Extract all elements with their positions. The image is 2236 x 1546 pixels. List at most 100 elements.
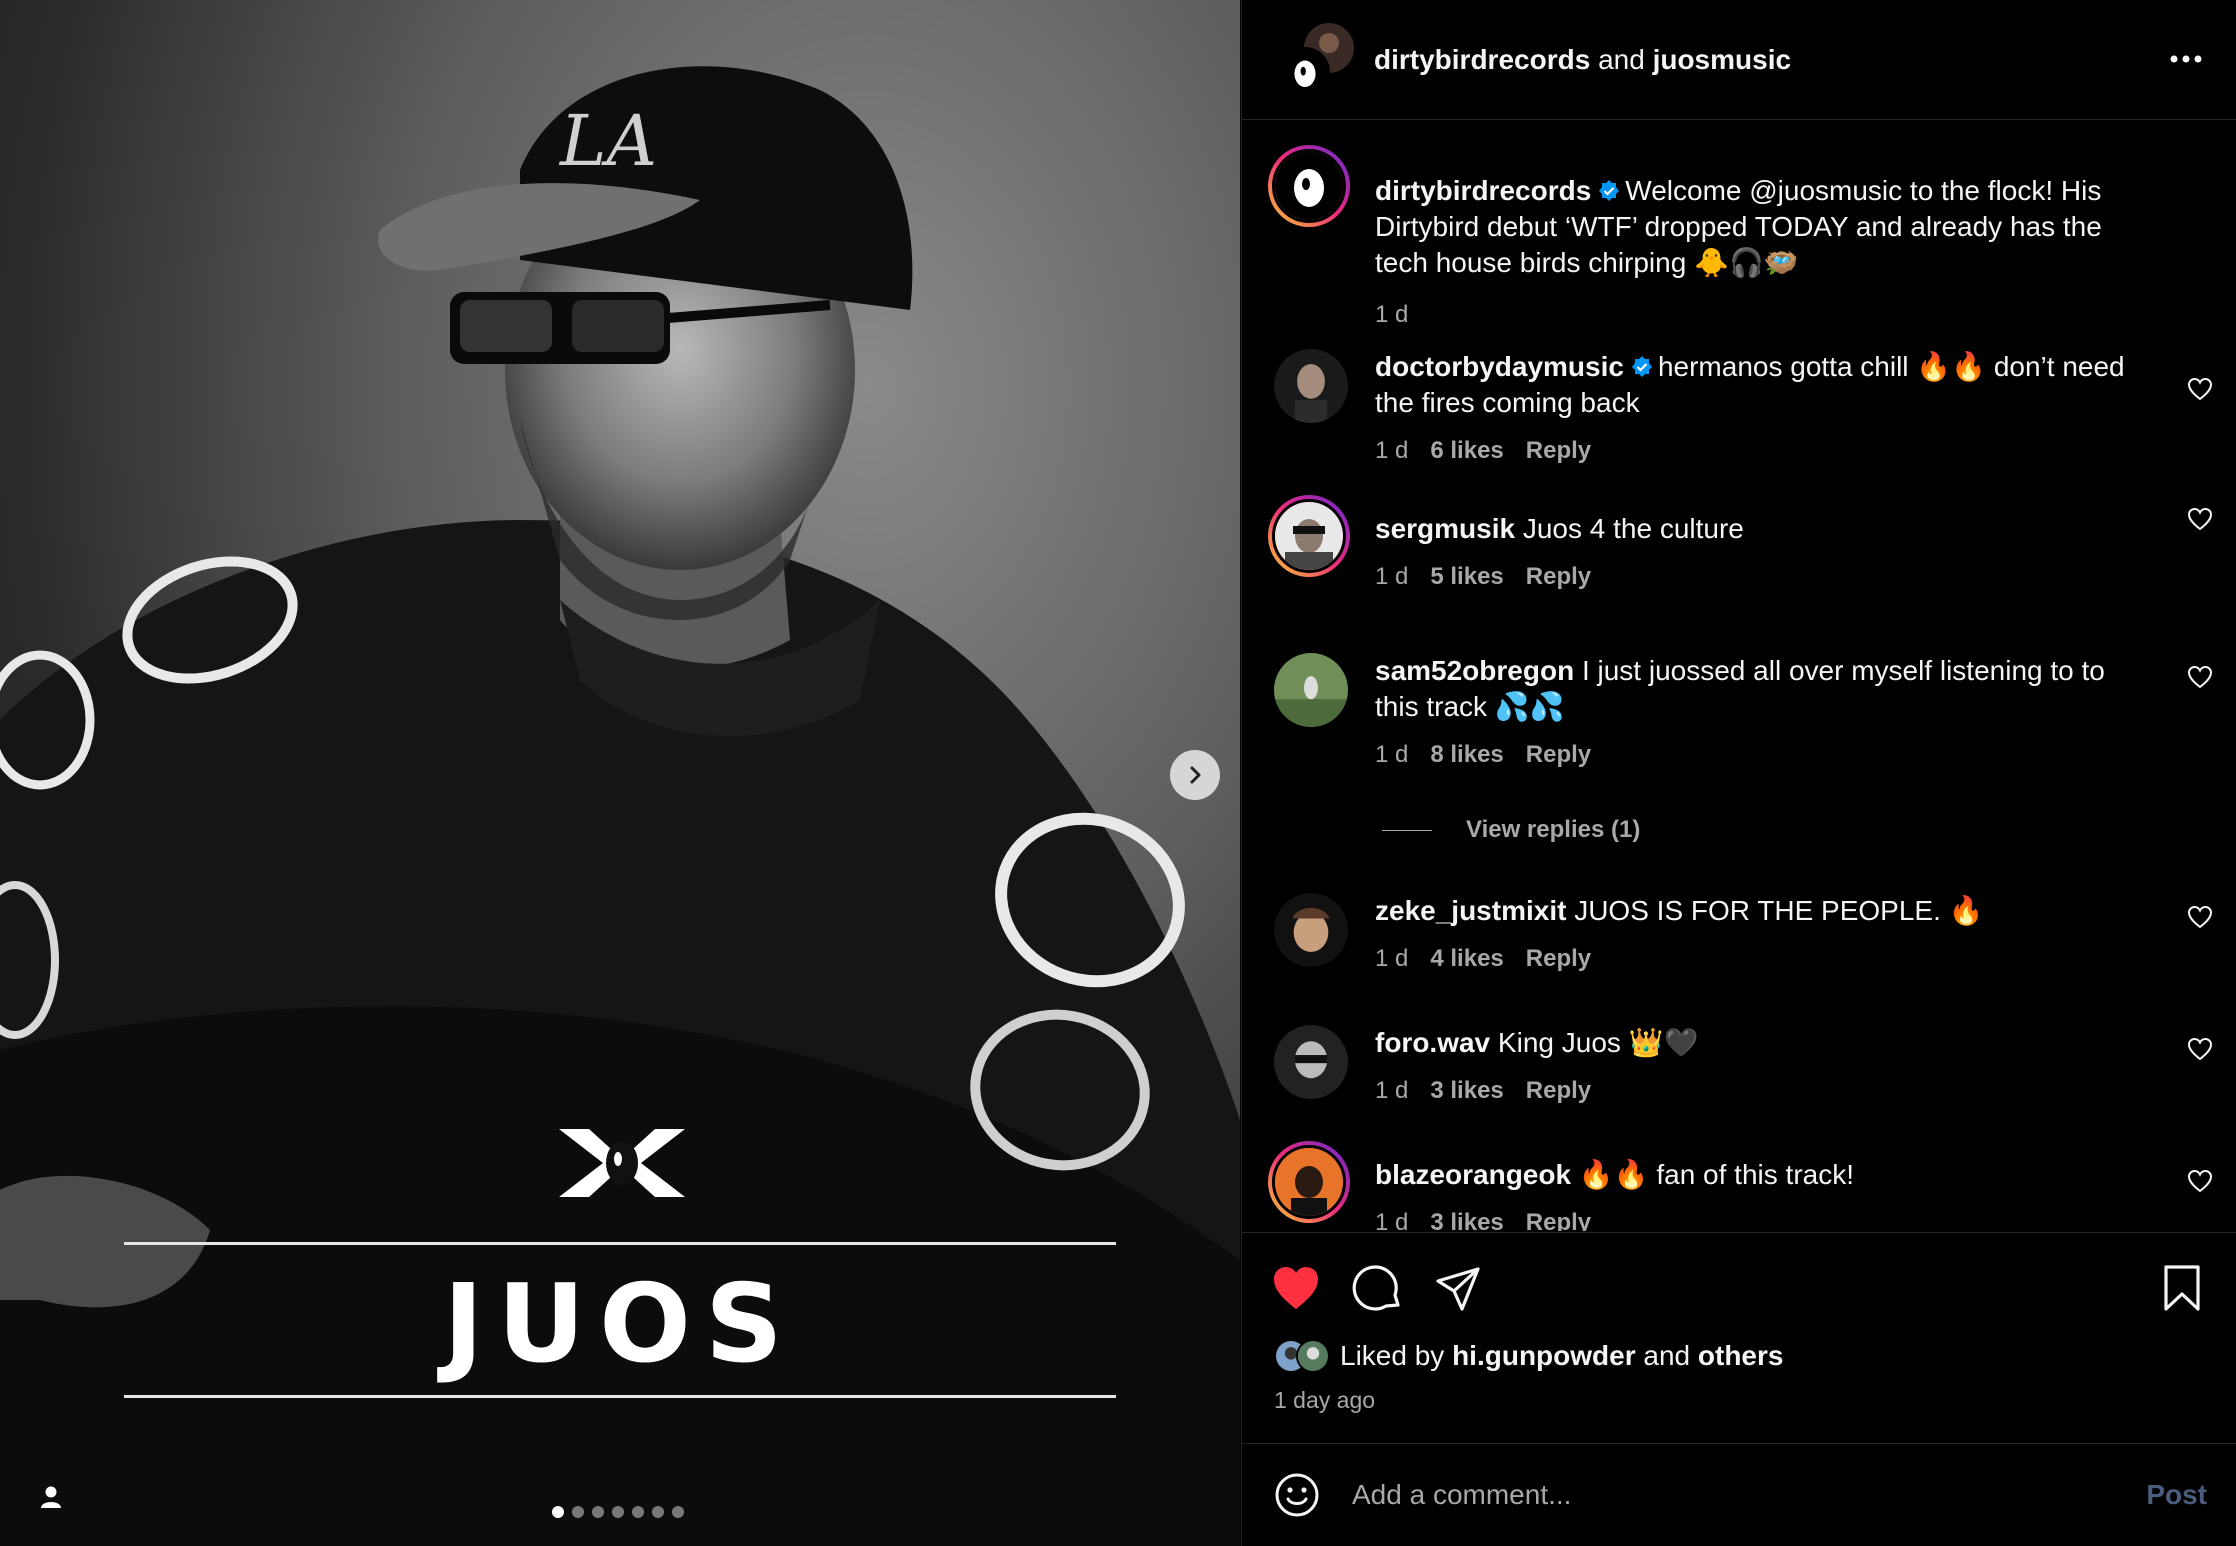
post-owners: dirtybirdrecords and juosmusic [1374,44,1791,76]
liked-by-user[interactable]: hi.gunpowder [1452,1340,1636,1371]
comment-username[interactable]: foro.wav [1375,1027,1490,1058]
avatar[interactable] [1268,495,1350,577]
comment-likes[interactable]: 3 likes [1430,1077,1503,1104]
avatar[interactable] [1274,349,1348,423]
view-replies-button[interactable]: View replies (1) [1382,816,1640,844]
comment-meta: 1 d 8 likes Reply [1375,737,2155,773]
comment-time: 1 d [1375,945,1409,972]
comment-body: doctorbydaymusic hermanos gotta chill 🔥🔥 … [1375,349,2155,469]
person-icon[interactable] [38,1484,64,1510]
comment-body: sergmusik Juos 4 the culture 1 d 5 likes R… [1375,511,2155,595]
comment-likes[interactable]: 8 likes [1430,741,1503,768]
carousel-dot [612,1506,624,1518]
comment-time: 1 d [1375,1209,1409,1231]
comment-meta: 1 d 5 likes Reply [1375,559,2155,595]
comment-likes[interactable]: 5 likes [1430,563,1503,590]
liked-by-prefix: Liked by [1340,1340,1445,1371]
carousel-dot [672,1506,684,1518]
heart-outline-icon[interactable] [2187,507,2213,531]
comment-username[interactable]: zeke_justmixit [1375,895,1566,926]
post-comment-button[interactable]: Post [2146,1479,2207,1511]
chevron-right-icon [1190,766,1201,784]
carousel-dot [572,1506,584,1518]
heart-outline-icon[interactable] [2187,377,2213,401]
comment-icon[interactable] [1352,1263,1404,1315]
title-rule-top [124,1242,1116,1245]
avatar[interactable] [1274,1025,1348,1099]
collaborator-username[interactable]: juosmusic [1653,44,1791,75]
post-actions: Liked by hi.gunpowder and others 1 day a… [1242,1232,2236,1442]
comment-meta: 1 d 3 likes Reply [1375,1073,2155,1109]
avatar[interactable] [1274,893,1348,967]
comment-meta: 1 d 6 likes Reply [1375,433,2155,469]
verified-badge-icon [1631,356,1652,377]
carousel-dot [552,1506,564,1518]
reply-button[interactable]: Reply [1526,741,1591,768]
svg-text:LA: LA [558,100,657,182]
post-side-panel: dirtybirdrecords and juosmusic dirtybird… [1241,0,2236,1546]
view-replies-label: View replies (1) [1466,816,1641,843]
comment-text: JUOS IS FOR THE PEOPLE. 🔥 [1574,895,1984,926]
avatar[interactable] [1268,1141,1350,1223]
comment-body: zeke_justmixit JUOS IS FOR THE PEOPLE. 🔥… [1375,893,2155,977]
post-header: dirtybirdrecords and juosmusic [1242,0,2236,120]
avatar [1275,152,1343,220]
comment-meta: 1 d 4 likes Reply [1375,941,2155,977]
comment-time: 1 d [1375,1077,1409,1104]
reply-button[interactable]: Reply [1526,437,1591,464]
reply-button[interactable]: Reply [1526,945,1591,972]
comment-text: King Juos 👑🖤 [1497,1027,1699,1058]
bookmark-icon[interactable] [2156,1263,2208,1315]
reply-button[interactable]: Reply [1526,1077,1591,1104]
post-media[interactable]: LA JUOS [0,0,1240,1546]
carousel-indicator [552,1506,684,1518]
comment-text: 🔥🔥 fan of this track! [1578,1159,1854,1190]
comment-time: 1 d [1375,437,1409,464]
owner-username[interactable]: dirtybirdrecords [1374,44,1590,75]
comment-username[interactable]: doctorbydaymusic [1375,351,1624,382]
comment-time: 1 d [1375,563,1409,590]
reply-button[interactable]: Reply [1526,563,1591,590]
heart-outline-icon[interactable] [2187,1037,2213,1061]
heart-outline-icon[interactable] [2187,905,2213,929]
liked-by-text: Liked by hi.gunpowder and others [1340,1340,1783,1372]
next-photo-button[interactable] [1170,750,1220,800]
owner-joiner: and [1598,43,1645,75]
caption-time: 1 d [1375,301,1409,328]
caption-avatar[interactable] [1268,145,1350,227]
caption-meta: 1 d [1375,297,2155,333]
comment-meta: 1 d 3 likes Reply [1375,1205,2155,1231]
more-horizontal-icon[interactable] [2166,44,2206,74]
comments-list[interactable]: dirtybirdrecords Welcome @juosmusic to th… [1242,121,2236,1231]
comment-username[interactable]: sam52obregon [1375,655,1574,686]
avatar [1296,1339,1330,1373]
emoji-icon[interactable] [1274,1472,1320,1518]
comment-input[interactable] [1352,1479,2112,1511]
liked-by-others[interactable]: others [1698,1340,1784,1371]
comment-username[interactable]: sergmusik [1375,513,1515,544]
heart-filled-icon[interactable] [1270,1263,1322,1315]
post-timestamp[interactable]: 1 day ago [1274,1387,1375,1414]
heart-outline-icon[interactable] [2187,1169,2213,1193]
artist-name: JUOS [443,1262,797,1387]
comment-body: blazeorangeok 🔥🔥 fan of this track! 1 d 3… [1375,1157,2155,1231]
collab-avatars[interactable] [1280,22,1354,97]
comment-likes[interactable]: 6 likes [1430,437,1503,464]
comment-composer: Post [1242,1443,2236,1546]
liked-by: Liked by hi.gunpowder and others [1274,1339,1783,1373]
comment-text: Juos 4 the culture [1522,513,1744,544]
avatar[interactable] [1274,653,1348,727]
comment-body: sam52obregon I just juossed all over mys… [1375,653,2155,773]
carousel-dot [592,1506,604,1518]
title-rule-bottom [124,1395,1116,1398]
heart-outline-icon[interactable] [2187,665,2213,689]
reply-button[interactable]: Reply [1526,1209,1591,1231]
caption-body: dirtybirdrecords Welcome @juosmusic to th… [1375,173,2155,333]
comment-likes[interactable]: 3 likes [1430,1209,1503,1231]
send-icon[interactable] [1432,1263,1484,1315]
comment-username[interactable]: blazeorangeok [1375,1159,1571,1190]
verified-badge-icon [1599,180,1620,201]
comment-likes[interactable]: 4 likes [1430,945,1503,972]
caption-username[interactable]: dirtybirdrecords [1375,175,1591,206]
liked-by-joiner: and [1643,1340,1691,1371]
